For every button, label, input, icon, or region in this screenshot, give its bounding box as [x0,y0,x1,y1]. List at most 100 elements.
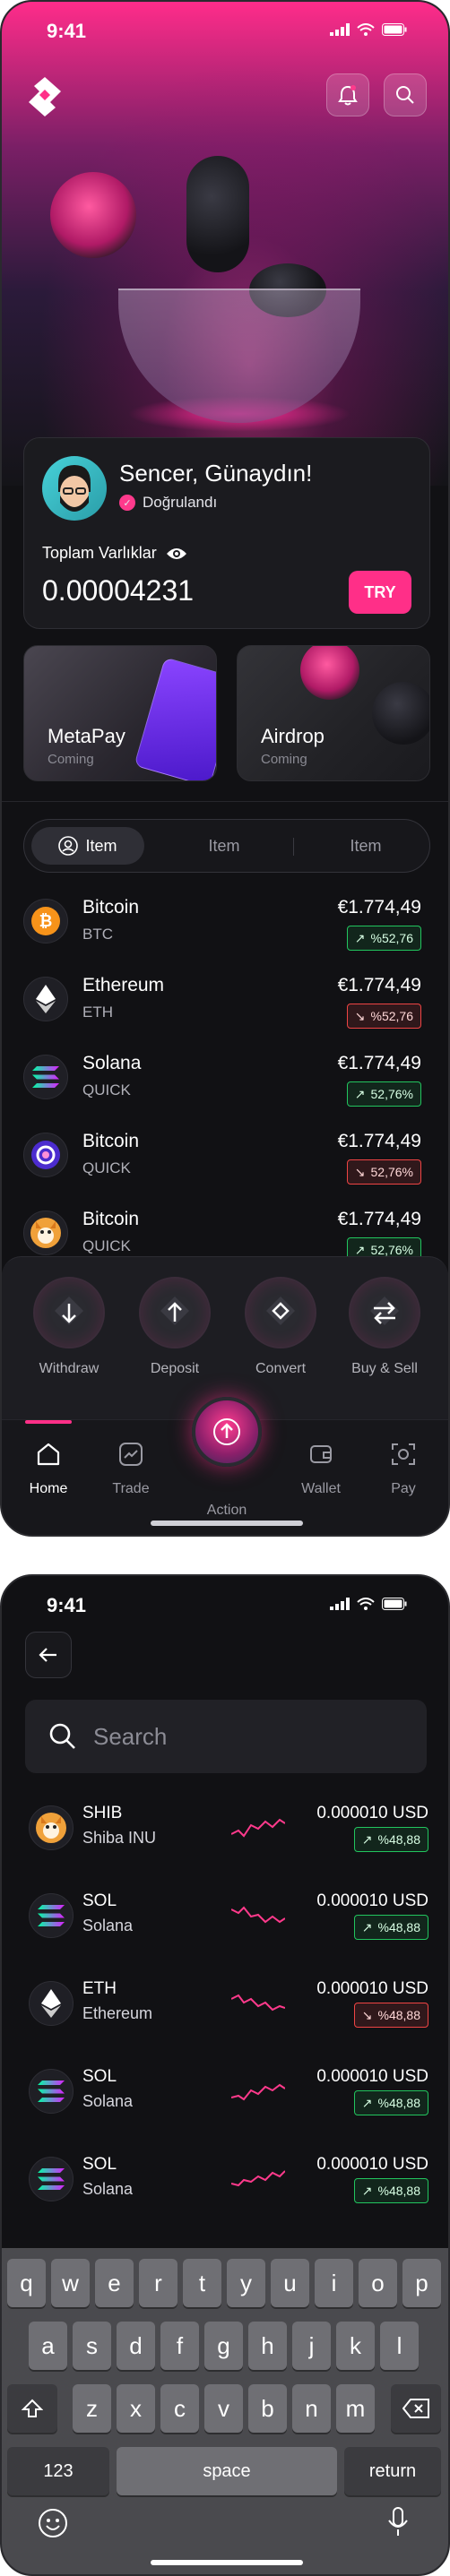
tab-wallet[interactable]: Wallet [285,1440,357,1497]
status-bar: 9:41 [2,20,448,43]
key-a[interactable]: a [29,2322,67,2370]
eye-icon[interactable] [166,547,187,561]
back-button[interactable] [25,1632,72,1678]
sparkline-chart [231,2170,285,2187]
sparkline-chart [231,1906,285,1924]
key-j[interactable]: j [292,2322,331,2370]
arrow-down-right-icon: ↘ [361,2007,373,2022]
change-badge: ↗ %48,88 [353,1827,428,1852]
search-result-item[interactable]: SOL Solana 0.000010 USD ↗ %48,88 [25,2142,428,2214]
active-tab-indicator [25,1420,72,1424]
action-fab-button[interactable] [192,1397,262,1467]
key-i[interactable]: i [315,2259,353,2307]
home-icon [13,1440,84,1469]
search-result-item[interactable]: SOL Solana 0.000010 USD ↗ %48,88 [25,2055,428,2126]
avatar[interactable] [42,456,107,521]
tab-item-1[interactable]: Item [31,827,144,865]
key-d[interactable]: d [117,2322,155,2370]
key-n[interactable]: n [292,2384,331,2433]
key-g[interactable]: g [204,2322,243,2370]
tab-separator [293,838,294,856]
solana-icon [29,2157,74,2201]
arrow-left-icon [39,1648,56,1662]
return-key[interactable]: return [344,2447,441,2495]
tab-item-2[interactable]: Item [168,827,281,865]
dictation-key[interactable] [387,2506,409,2543]
promo-subtitle: Coming [48,752,94,767]
wifi-icon [357,23,375,36]
coin-list-item[interactable]: Bitcoin QUICK €1.774,49 ↘ 52,76% [23,1120,430,1192]
emoji-key[interactable] [38,2508,68,2543]
withdraw-button[interactable]: Withdraw [24,1277,114,1377]
promo-title: MetaPay [48,725,125,747]
search-result-item[interactable]: ETH Ethereum 0.000010 USD ↘ %48,88 [25,1967,428,2038]
keyboard-row-2: a s d f g h j k l [2,2322,448,2372]
battery-icon [382,23,407,36]
currency-button[interactable]: TRY [349,571,411,614]
action-label: Deposit [150,1361,200,1376]
coin-list-item[interactable]: Solana QUICK €1.774,49 ↗ 52,76% [23,1042,430,1114]
key-z[interactable]: z [73,2384,111,2433]
emoji-icon [39,2509,67,2537]
shift-key[interactable] [7,2384,57,2433]
change-badge: ↗ 52,76% [346,1081,421,1107]
coin-price: €1.774,49 [337,897,421,918]
scan-pay-icon [368,1440,439,1469]
backspace-key[interactable] [391,2384,441,2433]
space-key[interactable]: space [117,2447,337,2495]
coin-symbol: SOL [82,2067,117,2086]
search-input[interactable] [93,1722,398,1751]
buy-sell-button[interactable]: Buy & Sell [340,1277,429,1377]
status-icons [330,1598,407,1610]
key-k[interactable]: k [336,2322,375,2370]
action-label: Convert [255,1361,307,1376]
bell-icon [338,85,358,106]
key-b[interactable]: b [248,2384,287,2433]
tab-pay[interactable]: Pay [368,1440,439,1497]
notification-button[interactable] [326,73,369,116]
key-p[interactable]: p [402,2259,441,2307]
coin-list-item[interactable]: ₿ Bitcoin BTC €1.774,49 ↗ %52,76 [23,886,430,958]
deposit-button[interactable]: Deposit [130,1277,220,1377]
coin-list-item[interactable]: Ethereum ETH €1.774,49 ↘ %52,76 [23,964,430,1036]
key-r[interactable]: r [139,2259,177,2307]
floating-coin [186,156,249,272]
tab-label: Trade [112,1481,150,1496]
airdrop-promo-card[interactable]: Airdrop Coming [237,645,430,781]
key-x[interactable]: x [117,2384,155,2433]
key-s[interactable]: s [73,2322,111,2370]
key-c[interactable]: c [160,2384,199,2433]
key-v[interactable]: v [204,2384,243,2433]
account-summary-card: Sencer, Günaydın! ✓ Doğrulandı Toplam Va… [23,437,430,629]
key-y[interactable]: y [227,2259,265,2307]
key-m[interactable]: m [336,2384,375,2433]
arrow-up-right-icon: ↗ [361,1919,373,1934]
key-t[interactable]: t [183,2259,221,2307]
search-bar[interactable] [25,1700,427,1773]
metapay-promo-card[interactable]: MetaPay Coming [23,645,217,781]
tab-item-3[interactable]: Item [309,827,422,865]
key-u[interactable]: u [271,2259,309,2307]
search-result-item[interactable]: SOL Solana 0.000010 USD ↗ %48,88 [25,1879,428,1951]
change-value: 52,76% [370,1087,413,1101]
change-value: %48,88 [377,2008,420,2022]
coin-symbol: QUICK [82,1237,131,1254]
numbers-key[interactable]: 123 [7,2447,109,2495]
search-result-item[interactable]: SHIB Shiba INU 0.000010 USD ↗ %48,88 [25,1791,428,1863]
key-w[interactable]: w [51,2259,90,2307]
key-f[interactable]: f [160,2322,199,2370]
key-q[interactable]: q [7,2259,46,2307]
quickswap-icon [23,1133,68,1177]
tab-action[interactable]: Action [191,1503,263,1519]
search-button[interactable] [384,73,427,116]
coin-price: 0.000010 USD [316,1979,428,1998]
key-h[interactable]: h [248,2322,287,2370]
key-e[interactable]: e [95,2259,134,2307]
tab-trade[interactable]: Trade [95,1440,167,1497]
tab-label: Item [350,836,382,855]
tab-home[interactable]: Home [13,1440,84,1497]
key-o[interactable]: o [359,2259,397,2307]
key-l[interactable]: l [380,2322,419,2370]
convert-button[interactable]: Convert [236,1277,325,1377]
verified-label: Doğrulandı [143,494,218,511]
